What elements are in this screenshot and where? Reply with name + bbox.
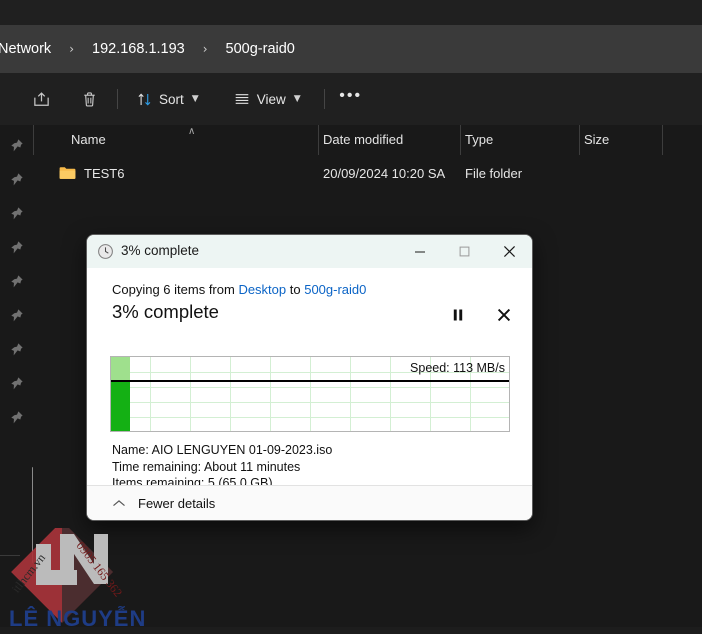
sort-label: Sort [159,91,184,107]
ellipsis-icon: ••• [339,87,363,104]
copying-middle: to [286,282,305,297]
cell-date-modified: 20/09/2024 10:20 SA [323,166,446,181]
window-title-band [0,0,702,25]
view-label: View [256,91,286,107]
pin-icon[interactable] [8,171,25,188]
pin-icon[interactable] [8,307,25,324]
copying-prefix: Copying 6 items from [112,282,239,297]
delete-button[interactable] [70,83,108,115]
toolbar-separator-1 [117,89,118,109]
grid-line [310,357,311,431]
chevron-down-icon: ▼ [293,94,301,104]
detail-time-value: About 11 minutes [203,459,301,474]
detail-name-value: AIO LENGUYEN 01-09-2023.iso [151,443,333,457]
window-bottom-edge [0,627,702,634]
column-divider[interactable] [662,125,663,155]
sort-indicator-icon: ∧ [188,126,196,137]
breadcrumb: Network › 192.168.1.193 › 500g-raid0 [0,41,299,57]
chevron-up-icon [112,496,126,511]
column-header-date-modified[interactable]: Date modified [323,132,403,147]
minimize-button[interactable] [397,235,442,268]
grid-line [111,417,509,418]
pin-icon[interactable] [8,341,25,358]
sort-button[interactable]: Sort ▼ [127,83,208,115]
grid-line [270,357,271,431]
breadcrumb-separator-1: › [69,42,74,56]
folder-icon [59,166,76,180]
grid-line [150,357,151,431]
share-button[interactable] [22,83,60,115]
detail-time-label: Time remaining: [112,459,202,474]
breadcrumb-item-host[interactable]: 192.168.1.193 [88,41,189,57]
fewer-details-toggle[interactable]: Fewer details [112,496,215,511]
share-icon [32,90,51,109]
column-header-type[interactable]: Type [465,132,493,147]
copy-destination-link[interactable]: 500g-raid0 [304,282,366,297]
grid-line [350,357,351,431]
column-divider[interactable] [579,125,580,155]
cancel-button[interactable] [491,304,517,326]
grid-line [111,387,509,388]
pin-icon[interactable] [8,205,25,222]
speed-label: Speed: 113 MB/s [410,361,505,375]
average-speed-line [111,380,509,382]
detail-name-label: Name: [112,443,149,457]
dialog-footer: Fewer details [87,485,532,520]
more-options-button[interactable]: ••• [334,83,368,115]
column-header-name[interactable]: Name [71,132,106,147]
pause-button[interactable] [445,304,471,326]
address-bar[interactable]: Network › 192.168.1.193 › 500g-raid0 [0,25,702,73]
command-bar: Sort ▼ View ▼ ••• [0,73,702,125]
percent-complete-label: 3% complete [112,301,219,322]
sort-arrows-icon [136,91,153,108]
cell-name: TEST6 [84,166,125,181]
maximize-button[interactable] [442,235,487,268]
transfer-speed-graph: Speed: 113 MB/s [110,356,510,432]
column-divider[interactable] [460,125,461,155]
dialog-body: Copying 6 items from Desktop to 500g-rai… [87,268,532,490]
column-divider [33,125,34,155]
navigation-pane[interactable] [0,125,34,634]
cell-type: File folder [465,166,523,181]
view-button[interactable]: View ▼ [224,83,310,115]
speed-bar-current [111,380,130,431]
clock-icon [97,243,114,260]
breadcrumb-item-share[interactable]: 500g-raid0 [222,41,299,57]
pin-icon[interactable] [8,137,25,154]
breadcrumb-item-network[interactable]: Network [0,41,55,57]
chevron-down-icon: ▼ [191,94,199,104]
speed-bar-peak [111,357,130,380]
grid-line [111,402,509,403]
detail-time-row: Time remaining: About 11 minutes [112,459,332,476]
column-divider[interactable] [318,125,319,155]
column-header-size[interactable]: Size [584,132,609,147]
detail-name-row: Name: AIO LENGUYEN 01-09-2023.iso [112,442,332,459]
pin-icon[interactable] [8,375,25,392]
table-row[interactable]: TEST6 20/09/2024 10:20 SA File folder [33,159,702,189]
toolbar-separator-2 [323,89,325,109]
grid-line [230,357,231,431]
screen: Network › 192.168.1.193 › 500g-raid0 Sor… [0,0,702,634]
dialog-title: 3% complete [121,243,200,258]
close-button[interactable] [487,235,532,268]
column-headers: Name ∧ Date modified Type Size [33,125,702,155]
trash-icon [80,90,99,109]
pin-icon[interactable] [8,239,25,256]
fewer-details-label: Fewer details [138,496,216,511]
copy-progress-dialog: 3% complete Copying 6 items from Desktop… [86,234,533,521]
copy-source-link[interactable]: Desktop [238,282,286,297]
copying-summary: Copying 6 items from Desktop to 500g-rai… [112,282,366,297]
grid-line [390,357,391,431]
breadcrumb-separator-2: › [202,42,208,56]
pin-icon[interactable] [8,273,25,290]
pin-icon[interactable] [8,409,25,426]
dialog-title-bar[interactable]: 3% complete [87,235,532,268]
sidebar-divider [0,555,20,556]
list-lines-icon [233,90,251,108]
grid-line [190,357,191,431]
